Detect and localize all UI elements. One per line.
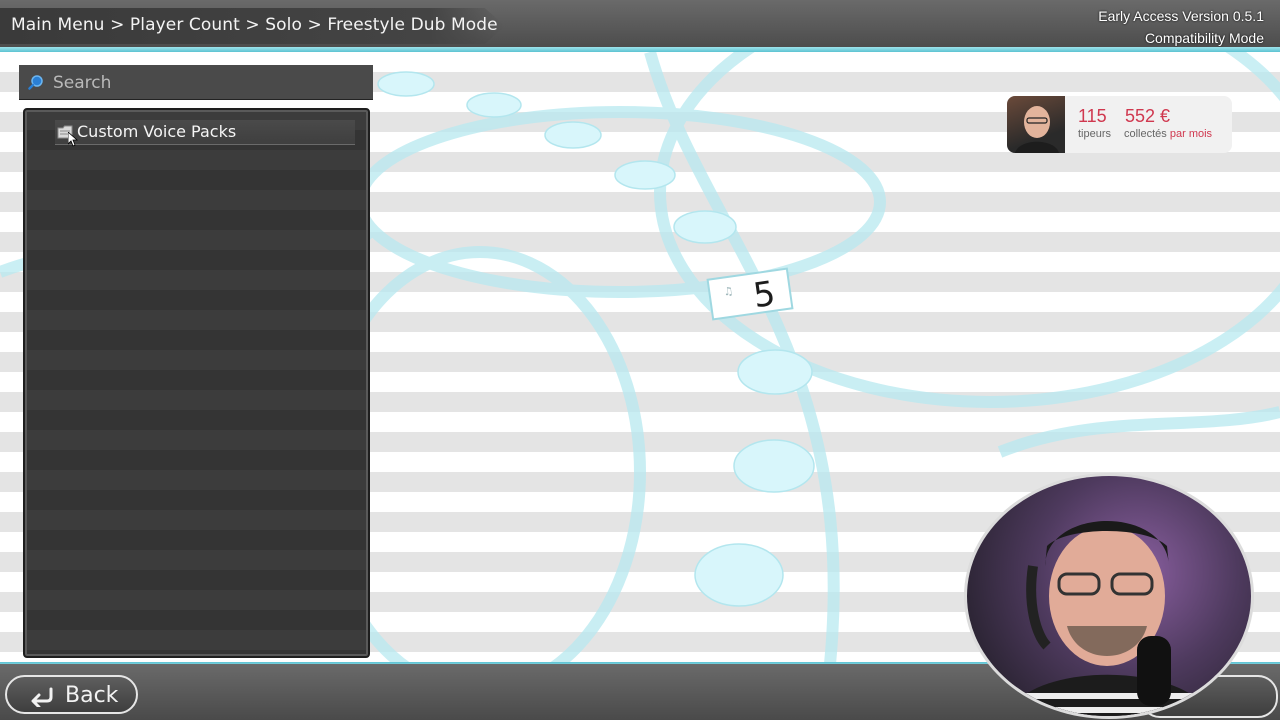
back-button-label: Back [65, 683, 119, 708]
voice-pack-list: Custom Voice Packs [23, 108, 370, 658]
list-item-custom-voice-packs[interactable]: Custom Voice Packs [55, 120, 355, 145]
note-bubble [466, 92, 522, 118]
amount-label-prefix: collectés [1124, 128, 1167, 140]
avatar-portrait-icon [1015, 106, 1059, 153]
list-item-label: Custom Voice Packs [77, 122, 237, 141]
tippers-label: tipeurs [1078, 128, 1112, 140]
monthly-amount: 552 € [1125, 106, 1171, 126]
note-bubble [737, 349, 813, 395]
breadcrumb: Main Menu > Player Count > Solo > Freest… [11, 15, 498, 35]
tip-overlay-card: 115 tipeurs 552 € collectés par mois [1007, 96, 1232, 153]
back-arrow-icon [31, 687, 53, 707]
beat-marker: ♫ 5 [706, 267, 794, 321]
version-info: Early Access Version 0.5.1 Compatibility… [1098, 5, 1264, 49]
deco-ring [354, 106, 886, 298]
version-label: Early Access Version 0.5.1 [1098, 8, 1264, 24]
note-bubble [694, 543, 784, 607]
header-bar: Main Menu > Player Count > Solo > Freest… [0, 0, 1280, 50]
search-icon [28, 75, 43, 90]
amount-label-suffix: par mois [1169, 128, 1213, 140]
note-bubble [673, 210, 737, 244]
mouse-cursor-icon [68, 132, 78, 147]
header-accent-line [0, 47, 1280, 52]
monthly-amount-label: collectés par mois [1124, 128, 1212, 140]
streamer-avatar [1007, 96, 1065, 153]
mode-label: Compatibility Mode [1144, 30, 1264, 46]
back-button[interactable]: Back [5, 675, 138, 714]
note-bubble [733, 439, 815, 493]
beat-marker-glyph: ♫ [723, 284, 735, 298]
note-bubble [544, 121, 602, 149]
search-bar[interactable] [19, 65, 373, 100]
streamer-portrait-icon [1007, 521, 1211, 716]
tippers-count: 115 [1078, 106, 1107, 126]
webcam-overlay [967, 476, 1251, 716]
note-bubble [614, 160, 676, 190]
deco-arc [997, 406, 1280, 458]
search-input[interactable] [51, 70, 365, 96]
note-bubble [377, 71, 435, 97]
